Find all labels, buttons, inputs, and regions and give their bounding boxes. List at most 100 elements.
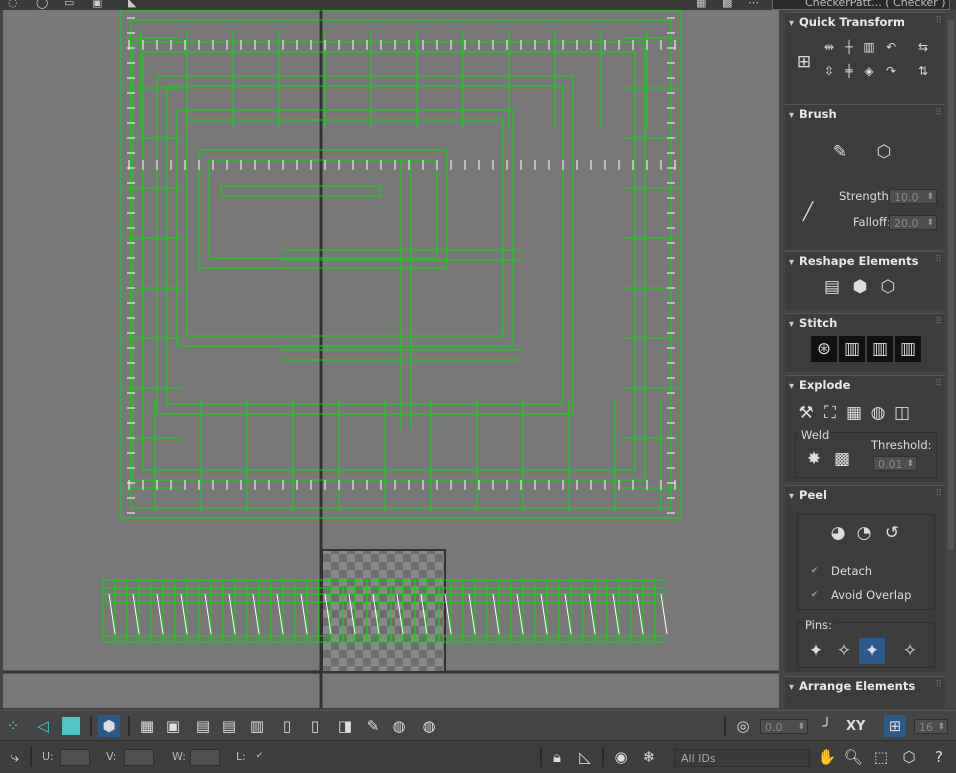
stitch-average-icon[interactable]: ▥ [867,336,893,362]
loop-icon[interactable]: ▯ [276,715,298,737]
help-icon[interactable]: ? [928,746,950,768]
quick-peel-icon[interactable]: ◕ [825,520,851,546]
square-icon[interactable]: ▭ [64,0,78,9]
falloff-curve-icon[interactable]: ╯ [816,715,838,737]
drag-grip-icon[interactable]: ⠿ [935,16,942,26]
v-field[interactable] [124,749,154,766]
checker-preview-icon[interactable]: ▩ [722,0,736,9]
tool2-icon[interactable]: ◣ [128,0,142,9]
maze-uv-island[interactable] [120,10,682,519]
space-v-icon[interactable]: ╪ [841,63,857,79]
edge-mode-icon[interactable]: ◁ [32,715,54,737]
settings-icon[interactable]: ⋯ [748,0,762,9]
falloff-spinner[interactable]: 20.0 [889,215,937,231]
select-by-icon[interactable]: ◍ [418,715,440,737]
avoid-overlap-checkbox[interactable]: ✔ [809,590,820,601]
threshold-spinner[interactable]: 0.01 [873,456,917,472]
freeform-icon[interactable]: ◺ [574,746,596,768]
element-mode-icon[interactable]: ⬢ [98,715,120,737]
checker-map-dropdown[interactable]: CheckerPatt... ( Checker ) [772,0,950,10]
arrange-elements-title[interactable]: Arrange Elements [789,679,915,693]
ring-shrink-icon[interactable]: ▤ [218,715,240,737]
show-map-icon[interactable]: ◉ [610,746,632,768]
zoom-region-icon[interactable]: ⬚ [870,746,892,768]
drag-grip-icon[interactable]: ⠿ [935,317,942,327]
flip-v-icon[interactable]: ⇅ [915,63,931,79]
rotate-ccw-icon[interactable]: ↶ [883,39,899,55]
paint-select-icon[interactable]: ✎ [362,715,384,737]
grid-snap-icon[interactable]: ⊞ [884,715,906,737]
relax-until-flat-icon[interactable]: ⬢ [847,274,873,300]
strength-spinner[interactable]: 10.0 [889,189,937,205]
stitch-target-icon[interactable]: ▥ [895,336,921,362]
break-by-polygon-icon[interactable]: ◍ [865,400,891,426]
radius-select-icon[interactable]: ◍ [388,715,410,737]
pan-icon[interactable]: ✋ [816,746,838,768]
lock-checkbox[interactable]: ✔ [254,751,265,762]
drag-grip-icon[interactable]: ⠿ [935,680,942,690]
space-h-icon[interactable]: ┼ [841,39,857,55]
transform-mode-icon[interactable]: ⤷ [4,746,26,768]
flip-h-icon[interactable]: ⇆ [915,39,931,55]
relax-brush-icon[interactable]: ⬡ [871,139,897,165]
face-mode-icon[interactable] [60,715,82,737]
stitch-custom-icon[interactable]: ⊛ [811,336,837,362]
drag-grip-icon[interactable]: ⠿ [935,108,942,118]
align-h-icon[interactable]: ⇹ [821,39,837,55]
uv-editor-viewport[interactable] [3,10,779,708]
paint-brush-icon[interactable]: ✎ [827,139,853,165]
ring-icon[interactable]: ◨ [334,715,356,737]
ring-grow-icon[interactable]: ▤ [192,715,214,737]
reset-peel-icon[interactable]: ↺ [879,520,905,546]
soft-selection-icon[interactable]: ◎ [732,715,754,737]
grid-spinner[interactable]: 16 [914,719,948,735]
detach-checkbox[interactable]: ✔ [809,566,820,577]
peel-title[interactable]: Peel [789,488,827,502]
stitch-source-icon[interactable]: ▥ [839,336,865,362]
straighten-icon[interactable]: ▥ [861,39,877,55]
peel-mode-icon[interactable]: ◔ [851,520,877,546]
straighten-selection-icon[interactable]: ▤ [819,274,845,300]
stitch-title[interactable]: Stitch [789,316,837,330]
rotate-cw-icon[interactable]: ↷ [883,63,899,79]
relax-icon[interactable]: ⬡ [875,274,901,300]
reshape-elements-title[interactable]: Reshape Elements [789,254,918,268]
explode-title[interactable]: Explode [789,378,850,392]
panel-scrollbar[interactable] [948,20,954,550]
uv-canvas[interactable] [3,10,779,708]
drag-grip-icon[interactable]: ⠿ [935,489,942,499]
w-field[interactable] [190,749,220,766]
rotation-spinner[interactable]: 0.0 [760,719,808,735]
loop-grow-icon[interactable]: ▥ [246,715,268,737]
quick-transform-title[interactable]: Quick Transform [789,15,905,29]
relax-icon[interactable]: ◈ [861,63,877,79]
material-id-dropdown[interactable]: All IDs [674,749,810,767]
weld-selected-icon[interactable]: ✸ [801,446,827,472]
weld-all-icon[interactable]: ▩ [829,446,855,472]
unpin-icon[interactable]: ✧ [831,638,857,664]
pinch-brush-icon[interactable]: ╱ [795,199,821,225]
xy-label[interactable]: XY [846,719,865,734]
lock-icon[interactable]: 🔒︎ [546,746,568,768]
checker-toggle-icon[interactable]: ▦ [696,0,710,9]
zoom-icon[interactable]: 🔍︎ [842,746,864,768]
break-icon[interactable]: ◫ [889,400,915,426]
drag-grip-icon[interactable]: ⠿ [935,255,942,265]
zoom-extents-icon[interactable]: ⬡ [898,746,920,768]
grow-selection-icon[interactable]: ▦ [136,715,158,737]
loop-shrink-icon[interactable]: ▯ [304,715,326,737]
pin-vertex-icon[interactable]: ✦ [803,638,829,664]
u-field[interactable] [60,749,90,766]
circle-icon[interactable]: ◯ [36,0,50,9]
drag-grip-icon[interactable]: ⠿ [935,379,942,389]
select-pins-icon[interactable]: ✧ [897,638,923,664]
break-by-hard-edges-icon[interactable]: ⚒ [793,400,819,426]
shrink-selection-icon[interactable]: ▣ [162,715,184,737]
vertex-mode-icon[interactable]: ⁘ [2,715,24,737]
break-by-material-icon[interactable]: ▦ [841,400,867,426]
filter-icon[interactable]: ❄ [638,746,660,768]
auto-pin-icon[interactable]: ✦ [859,638,885,664]
tool-icon[interactable]: ◌ [8,0,22,9]
align-center-icon[interactable]: ⊞ [791,49,817,75]
break-by-smoothing-icon[interactable]: ⛶ [817,400,843,426]
